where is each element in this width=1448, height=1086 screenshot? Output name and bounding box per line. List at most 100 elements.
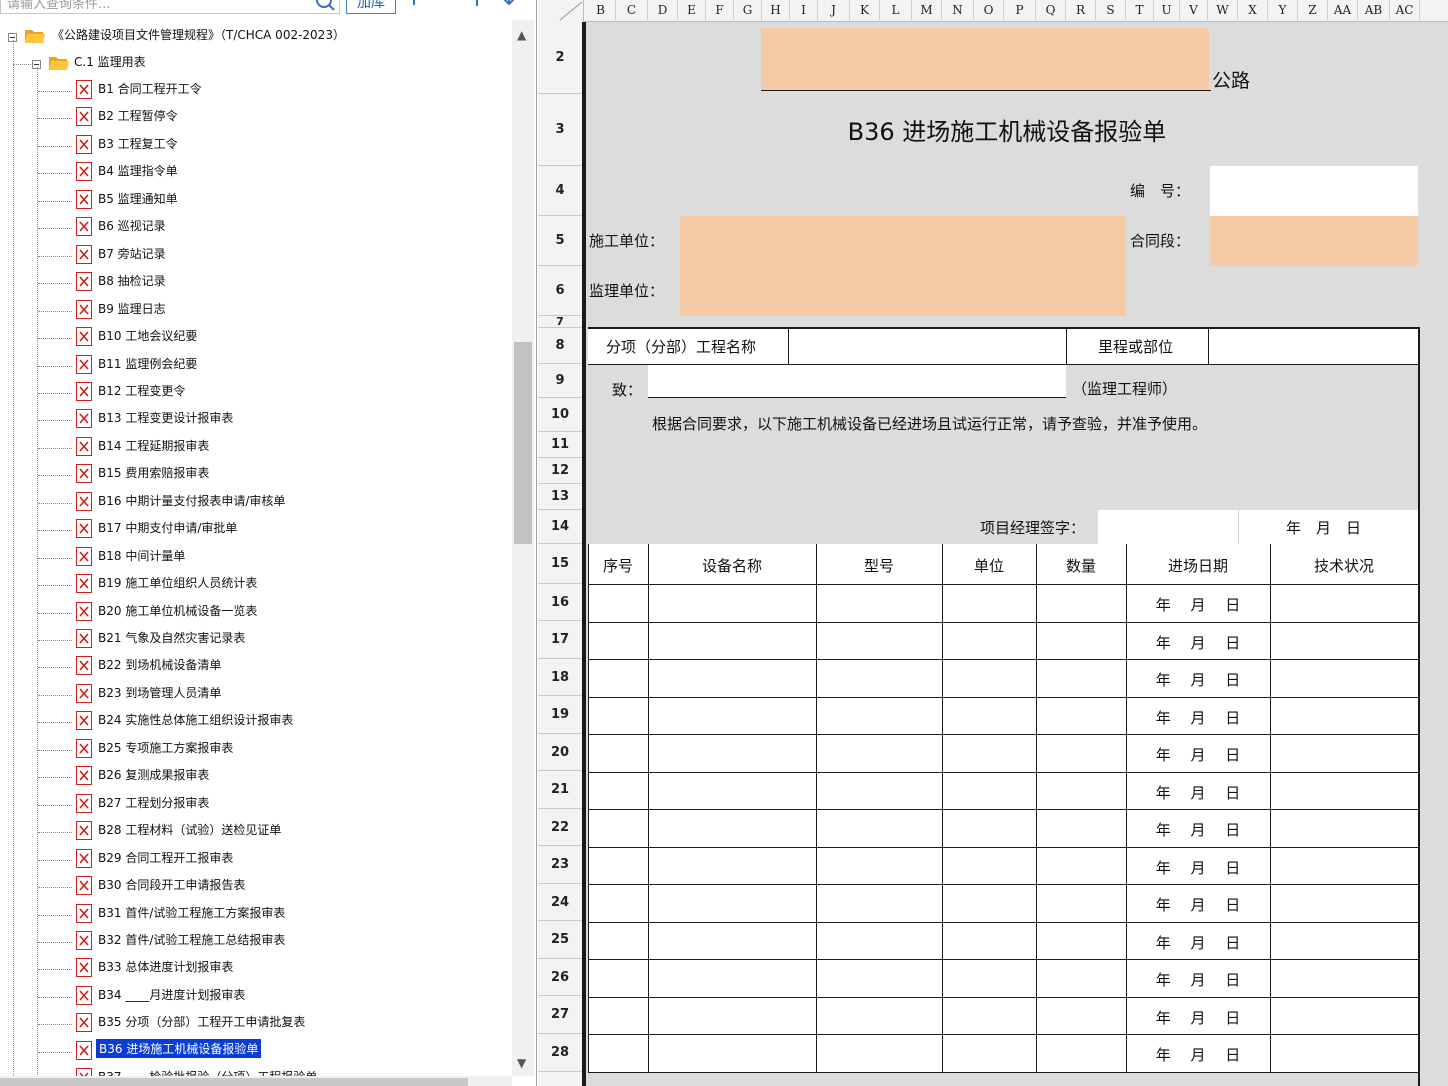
column-header[interactable]: N	[942, 0, 974, 22]
entry-date-cell[interactable]: 年 月 日	[1126, 1044, 1270, 1065]
table-row[interactable]: 年 月 日	[588, 847, 1418, 885]
row-header[interactable]: 15	[538, 544, 582, 584]
tree-item[interactable]: B23 到场管理人员清单	[0, 678, 512, 705]
row-header[interactable]: 6	[538, 266, 582, 316]
search-icon[interactable]	[314, 0, 336, 12]
tree-item[interactable]: B11 监理例会纪要	[0, 349, 512, 376]
row-header[interactable]: 16	[538, 584, 582, 621]
tree-item[interactable]: B32 首件/试验工程施工总结报审表	[0, 925, 512, 952]
table-row[interactable]: 年 月 日	[588, 809, 1418, 847]
row-header[interactable]: 26	[538, 959, 582, 996]
column-header[interactable]: F	[706, 0, 734, 22]
search-input[interactable]: 请输入查询条件...	[0, 0, 340, 14]
tree-item[interactable]: B22 到场机械设备清单	[0, 650, 512, 677]
row-header[interactable]: 5	[538, 216, 582, 266]
row-header[interactable]: 27	[538, 996, 582, 1034]
move-up-icon[interactable]	[468, 0, 486, 8]
table-row[interactable]: 年 月 日	[588, 584, 1418, 622]
entry-date-cell[interactable]: 年 月 日	[1126, 932, 1270, 953]
tree-group[interactable]: C.1 监理用表	[0, 47, 512, 74]
row-header[interactable]: 28	[538, 1034, 582, 1072]
column-header[interactable]: T	[1126, 0, 1154, 22]
column-header[interactable]: R	[1066, 0, 1096, 22]
column-header[interactable]: V	[1180, 0, 1208, 22]
add-library-button[interactable]: 加库	[346, 0, 396, 14]
entry-date-cell[interactable]: 年 月 日	[1126, 782, 1270, 803]
tree-item[interactable]: B7 旁站记录	[0, 239, 512, 266]
entry-date-cell[interactable]: 年 月 日	[1126, 669, 1270, 690]
tree-item[interactable]: B25 专项施工方案报审表	[0, 733, 512, 760]
tree-item[interactable]: B21 气象及自然灾害记录表	[0, 623, 512, 650]
tree-item[interactable]: B33 总体进度计划报审表	[0, 952, 512, 979]
row-header[interactable]: 14	[538, 510, 582, 544]
column-header[interactable]: I	[790, 0, 818, 22]
row-header[interactable]: 21	[538, 771, 582, 809]
tree-item[interactable]: B5 监理通知单	[0, 184, 512, 211]
row-header[interactable]: 19	[538, 696, 582, 734]
table-row[interactable]: 年 月 日	[588, 884, 1418, 922]
tree-item[interactable]: B29 合同工程开工报审表	[0, 843, 512, 870]
scroll-down-icon[interactable]: ▼	[517, 1056, 526, 1070]
column-header[interactable]: Q	[1036, 0, 1066, 22]
row-header[interactable]: 10	[538, 398, 582, 432]
row-header[interactable]: 17	[538, 621, 582, 659]
tree-item[interactable]: B37 ____检验批报验（分项）工程报验单	[0, 1062, 512, 1076]
tree-item[interactable]: B13 工程变更设计报审表	[0, 403, 512, 430]
tree-item[interactable]: B3 工程复工令	[0, 129, 512, 156]
table-row[interactable]: 年 月 日	[588, 734, 1418, 772]
table-row[interactable]: 年 月 日	[588, 922, 1418, 960]
to-field[interactable]	[648, 365, 1066, 397]
column-header[interactable]: U	[1154, 0, 1180, 22]
table-row[interactable]: 年 月 日	[588, 697, 1418, 735]
scroll-up-icon[interactable]: ▲	[517, 28, 526, 42]
column-header[interactable]: AB	[1358, 0, 1390, 22]
entry-date-cell[interactable]: 年 月 日	[1126, 894, 1270, 915]
tree-item[interactable]: B30 合同段开工申请报告表	[0, 870, 512, 897]
tree-item[interactable]: B19 施工单位组织人员统计表	[0, 568, 512, 595]
column-header[interactable]: B	[586, 0, 616, 22]
row-header[interactable]: 23	[538, 846, 582, 884]
column-header[interactable]: H	[762, 0, 790, 22]
row-header[interactable]: 13	[538, 484, 582, 510]
row-header[interactable]: 8	[538, 328, 582, 364]
tree-item[interactable]: B17 中期支付申请/审批单	[0, 513, 512, 540]
tree-item[interactable]: B9 监理日志	[0, 294, 512, 321]
row-header[interactable]: 25	[538, 921, 582, 959]
entry-date-cell[interactable]: 年 月 日	[1126, 707, 1270, 728]
column-header[interactable]: L	[880, 0, 912, 22]
column-header[interactable]: Z	[1298, 0, 1328, 22]
row-header[interactable]: 2	[538, 22, 582, 94]
column-header[interactable]: C	[616, 0, 648, 22]
road-name-cell[interactable]	[761, 28, 1209, 90]
column-header[interactable]: S	[1096, 0, 1126, 22]
column-header[interactable]: J	[818, 0, 850, 22]
row-header[interactable]: 11	[538, 432, 582, 458]
column-header[interactable]: P	[1004, 0, 1036, 22]
tree-item[interactable]: B4 监理指令单	[0, 156, 512, 183]
tree-root[interactable]: 《公路建设项目文件管理规程》（T/CHCA 002-2023）	[0, 20, 512, 47]
column-header[interactable]: K	[850, 0, 880, 22]
tree-item[interactable]: B1 合同工程开工令	[0, 74, 512, 101]
row-header[interactable]: 18	[538, 659, 582, 696]
tree-item[interactable]: B8 抽检记录	[0, 266, 512, 293]
tree-item[interactable]: B10 工地会议纪要	[0, 321, 512, 348]
table-row[interactable]: 年 月 日	[588, 622, 1418, 660]
column-header[interactable]: AA	[1328, 0, 1358, 22]
select-all-corner[interactable]	[538, 0, 584, 22]
tree-item[interactable]: B27 工程划分报审表	[0, 788, 512, 815]
column-header[interactable]: E	[678, 0, 706, 22]
tree-horizontal-scrollbar[interactable]	[0, 1076, 512, 1086]
table-row[interactable]: 年 月 日	[588, 997, 1418, 1035]
tree-item[interactable]: B12 工程变更令	[0, 376, 512, 403]
tree-item[interactable]: B28 工程材料（试验）送检见证单	[0, 815, 512, 842]
contract-section-field[interactable]	[1210, 216, 1418, 266]
entry-date-cell[interactable]: 年 月 日	[1126, 594, 1270, 615]
column-header[interactable]: X	[1238, 0, 1268, 22]
column-header[interactable]: O	[974, 0, 1004, 22]
column-header[interactable]: M	[912, 0, 942, 22]
scroll-thumb[interactable]	[514, 342, 532, 544]
row-header[interactable]: 20	[538, 734, 582, 771]
table-row[interactable]: 年 月 日	[588, 772, 1418, 810]
row-header[interactable]: 24	[538, 884, 582, 921]
tree-item[interactable]: B6 巡视记录	[0, 211, 512, 238]
